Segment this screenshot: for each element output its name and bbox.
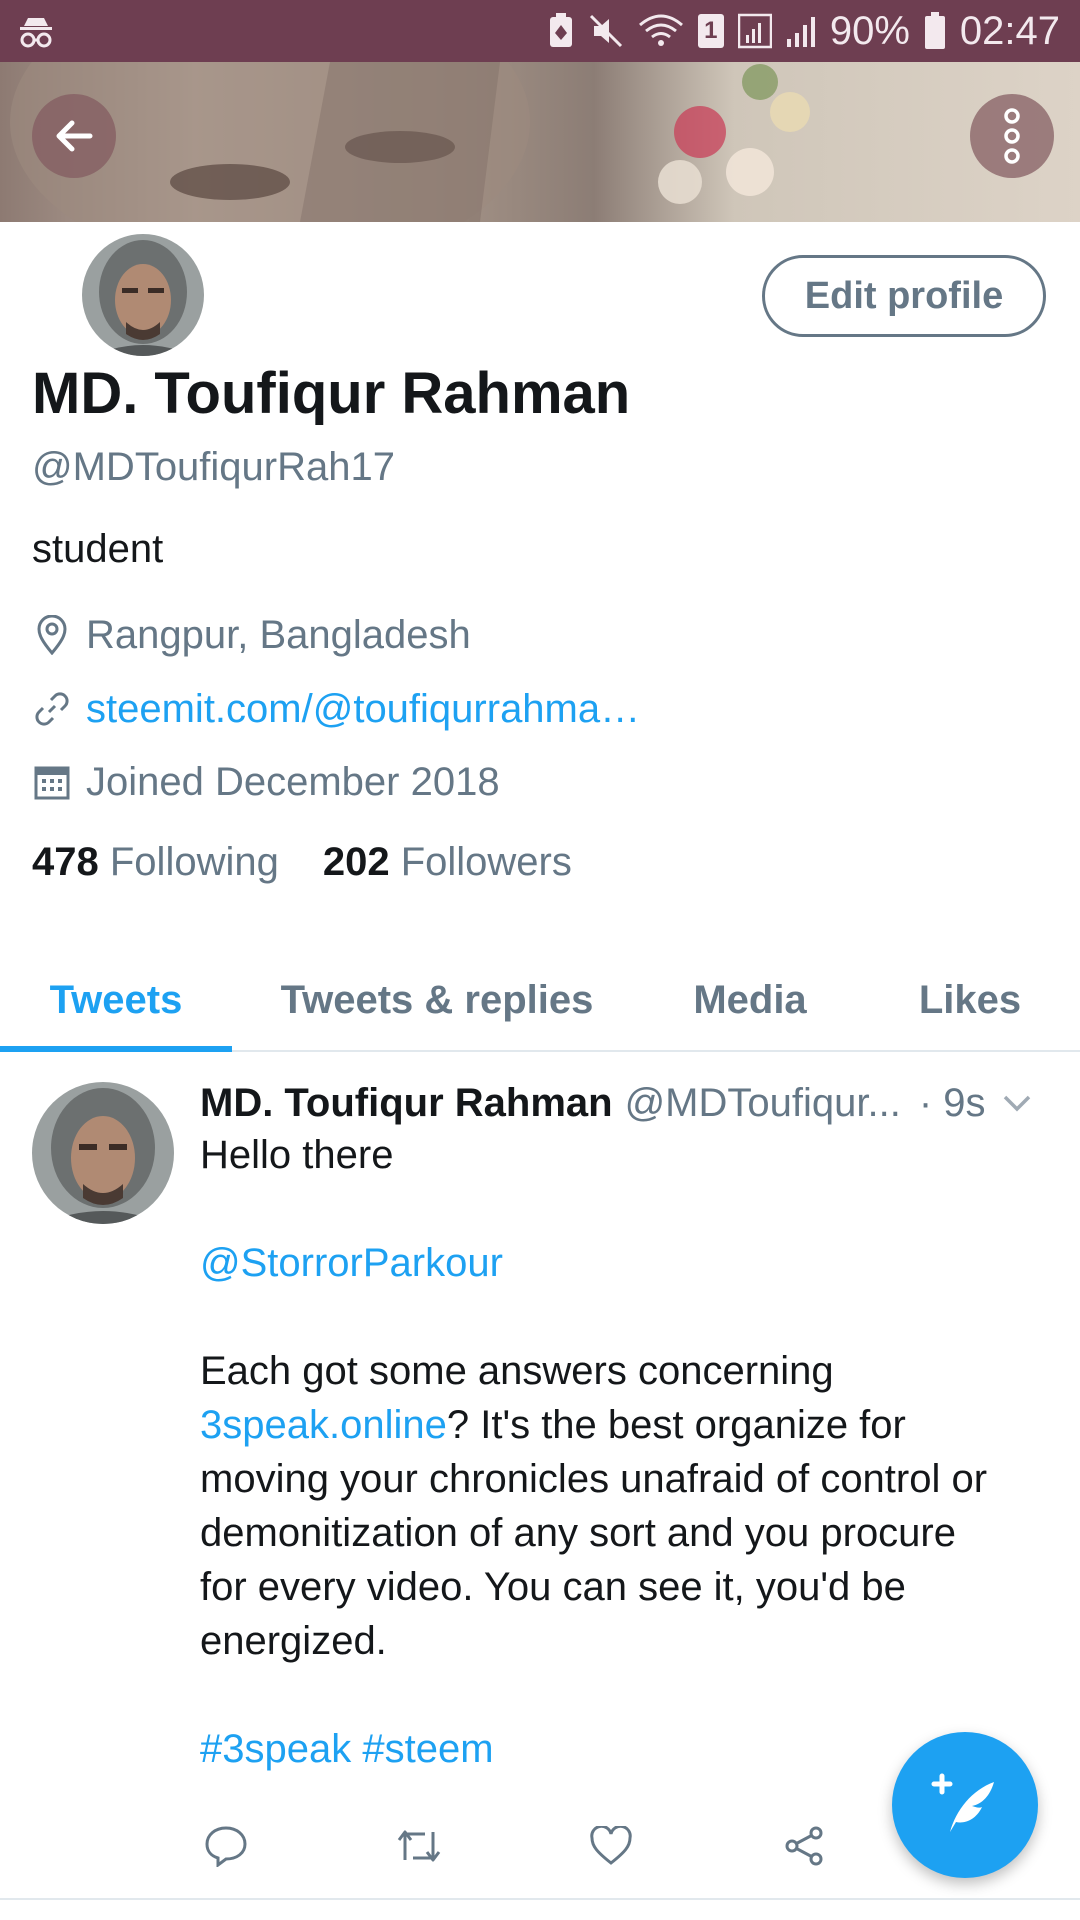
tweet-header: MD. Toufiqur Rahman @MDToufiqur... · 9s — [200, 1075, 1060, 1131]
location-pin-icon — [32, 615, 72, 655]
tweet-text-line: moving your chronicles unafraid of contr… — [200, 1457, 988, 1501]
link-icon — [32, 689, 72, 729]
following-link[interactable]: 478 Following — [32, 840, 279, 885]
tweet-divider — [0, 1898, 1080, 1900]
followers-label: Followers — [400, 840, 572, 884]
battery-percent: 90% — [829, 8, 910, 53]
tweet-text-line: 3speak.online? It's the best organize fo… — [200, 1403, 906, 1448]
sim-slot-badge: 1 — [697, 14, 724, 48]
tweet-timestamp: · 9s — [918, 1080, 986, 1125]
back-button[interactable] — [32, 94, 116, 178]
more-options-button[interactable] — [970, 94, 1054, 178]
arrow-left-icon — [56, 120, 93, 152]
followers-count: 202 — [322, 840, 390, 884]
tweet-author-handle[interactable]: @MDToufiqur... — [625, 1081, 901, 1126]
signal-icon — [737, 13, 772, 49]
tweet-text-line: for every video. You can see it, you'd b… — [200, 1565, 906, 1609]
profile-handle: @MDToufiqurRah17 — [32, 445, 395, 489]
joined-text: Joined December 2018 — [86, 759, 500, 804]
profile-website[interactable]: steemit.com/@toufiqurrahma… — [32, 684, 640, 734]
tab-tweets[interactable]: Tweets — [0, 950, 232, 1050]
retweet-icon — [397, 1830, 441, 1862]
profile-name: MD. Toufiqur Rahman — [32, 361, 631, 426]
follow-counts: 478 Following 202 Followers — [32, 840, 572, 885]
profile-bio: student — [32, 527, 164, 571]
heart-icon — [590, 1826, 632, 1865]
compose-tweet-button[interactable] — [892, 1732, 1038, 1878]
following-label: Following — [109, 840, 279, 884]
tweet-text-fragment: ? It's the best organize for — [446, 1403, 906, 1447]
tweet-author-avatar[interactable] — [32, 1082, 174, 1224]
status-bar: 1 90% 02:47 — [0, 0, 1080, 62]
clock: 02:47 — [959, 8, 1060, 53]
wifi-icon — [638, 14, 683, 46]
profile-avatar[interactable] — [78, 230, 208, 360]
website-link[interactable]: steemit.com/@toufiqurrahma… — [86, 687, 640, 732]
tab-media[interactable]: Media — [660, 950, 840, 1050]
tab-likes[interactable]: Likes — [880, 950, 1060, 1050]
tweet-author-name[interactable]: MD. Toufiqur Rahman — [200, 1081, 613, 1126]
tweet-text-line: energized. — [200, 1619, 387, 1663]
tweet-link[interactable]: 3speak.online — [200, 1403, 447, 1447]
location-text: Rangpur, Bangladesh — [86, 612, 471, 657]
profile-location: Rangpur, Bangladesh — [32, 610, 471, 660]
share-icon — [785, 1826, 823, 1866]
data-saver-icon — [549, 13, 572, 47]
tweet-text-line: Hello there — [200, 1133, 394, 1177]
active-tab-indicator — [0, 1046, 232, 1052]
profile-joined: Joined December 2018 — [32, 757, 500, 807]
reply-icon — [205, 1826, 247, 1867]
tweet-mention[interactable]: @StorrorParkour — [200, 1241, 503, 1286]
tweet-hashtags[interactable]: #3speak #steem — [200, 1727, 494, 1772]
battery-icon — [924, 12, 945, 49]
reply-button[interactable] — [202, 1822, 250, 1870]
incognito-icon — [20, 18, 52, 48]
compose-feather-icon — [931, 1773, 994, 1832]
tab-tweets-replies[interactable]: Tweets & replies — [262, 950, 612, 1050]
profile-banner — [0, 62, 1080, 222]
following-count: 478 — [32, 840, 99, 884]
share-button[interactable] — [780, 1822, 828, 1870]
more-vertical-icon — [1004, 108, 1020, 164]
followers-link[interactable]: 202 Followers — [323, 840, 572, 885]
tweet-avatar-image — [32, 1082, 174, 1224]
mute-icon — [589, 14, 622, 48]
chevron-down-icon[interactable] — [1002, 1093, 1032, 1113]
tweet-text-line: demonitization of any sort and you procu… — [200, 1511, 956, 1555]
signal-bars-icon — [786, 17, 815, 47]
like-button[interactable] — [587, 1822, 635, 1870]
banner-image — [10, 62, 810, 222]
tweet-text-line: Each got some answers concerning — [200, 1349, 834, 1393]
retweet-button[interactable] — [395, 1822, 443, 1870]
calendar-icon — [32, 762, 72, 802]
profile-tabs: Tweets Tweets & replies Media Likes — [0, 950, 1080, 1052]
edit-profile-button[interactable]: Edit profile — [762, 255, 1046, 337]
avatar-image — [82, 234, 204, 356]
